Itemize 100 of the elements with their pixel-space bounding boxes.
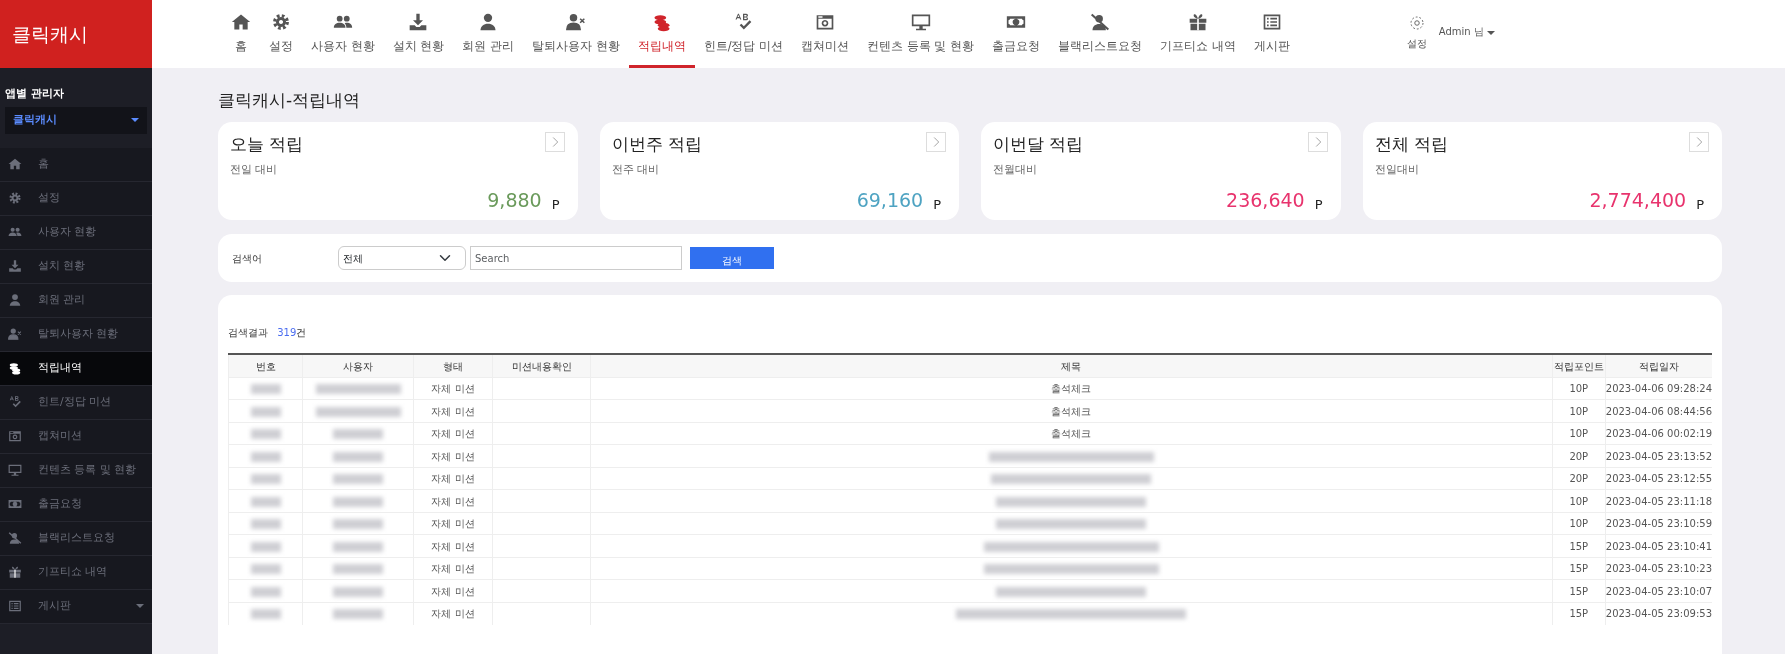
blurred-text: [250, 564, 281, 575]
column-header: 형태: [413, 354, 493, 378]
list-icon: [1261, 12, 1282, 32]
results-count: 319건: [276, 327, 307, 339]
table-cell: 자체 미션: [431, 518, 475, 530]
sidebar-item[interactable]: 힌트/정답 미션: [0, 385, 152, 420]
sidebar-item[interactable]: 출금요청: [0, 487, 152, 522]
blurred-text: [333, 586, 383, 597]
chevron-right-icon[interactable]: [1689, 132, 1709, 153]
unit-label: P: [933, 195, 941, 214]
blurred-text: [250, 406, 281, 417]
list-icon: [8, 599, 22, 613]
download-icon: [8, 259, 22, 273]
caret-icon: [131, 118, 139, 122]
user-icon: [8, 293, 22, 307]
blurred-text: [250, 519, 281, 530]
page-title: 클릭캐시-적립내역: [218, 90, 362, 111]
spell-check-icon: [8, 395, 22, 409]
nav-tab[interactable]: 캡쳐미션: [792, 0, 859, 68]
blurred-text: [333, 429, 383, 440]
sidebar-item[interactable]: 컨텐츠 등록 및 현황: [0, 453, 152, 488]
table-cell: 10P: [1569, 405, 1589, 417]
unit-label: P: [551, 195, 560, 214]
table-cell: 20P: [1569, 473, 1589, 485]
banknote-icon: [8, 497, 22, 511]
nav-tab[interactable]: 설치 현황: [383, 0, 454, 68]
table-cell: 자체 미션: [431, 405, 475, 417]
nav-tab[interactable]: 회원 관리: [453, 0, 523, 68]
nav-tab[interactable]: 사용자 현황: [302, 0, 384, 68]
sidebar-item[interactable]: 블랙리스트요청: [0, 521, 152, 556]
nav-tab[interactable]: 컨텐츠 등록 및 현황: [858, 0, 984, 68]
chevron-right-icon[interactable]: [1307, 132, 1328, 153]
category-select[interactable]: 전체: [338, 246, 466, 271]
table-cell: 출석체크: [1051, 383, 1092, 395]
table-cell: 출석체크: [1051, 428, 1092, 440]
blurred-text: [250, 496, 281, 507]
user-remove-icon: [8, 327, 22, 341]
settings-link[interactable]: 설정: [1406, 14, 1427, 51]
sidebar-item[interactable]: 홈: [0, 147, 152, 182]
nav-tab[interactable]: 힌트/정답 미션: [694, 0, 793, 68]
nav-tab[interactable]: 홈: [222, 0, 260, 68]
table-cell: 자체 미션: [431, 428, 475, 440]
search-label: 검색어: [232, 251, 263, 266]
sidebar-item[interactable]: 적립내역: [0, 351, 152, 386]
table-cell: 2023-04-05 23:13:52: [1605, 450, 1712, 462]
user-remove-icon: [565, 12, 586, 32]
blurred-text: [333, 474, 383, 485]
search-field[interactable]: Search: [470, 246, 682, 271]
stat-value: 69,160: [856, 187, 924, 213]
monitor-icon: [8, 463, 22, 477]
card-title: 이번주 적립: [611, 133, 702, 157]
sidebar-item[interactable]: 게시판: [0, 589, 152, 624]
sidebar-item[interactable]: 기프티쇼 내역: [0, 555, 152, 590]
coins-icon: [8, 361, 22, 375]
table-cell: 출석체크: [1051, 405, 1092, 417]
sidebar-item[interactable]: 회원 관리: [0, 283, 152, 318]
table-cell: 2023-04-05 23:10:41: [1605, 540, 1712, 552]
sidebar-item[interactable]: 설정: [0, 181, 152, 216]
card-subtitle: 전일 대비: [230, 161, 278, 177]
table-cell: 자체 미션: [431, 450, 475, 462]
nav-tab[interactable]: 설정: [260, 0, 302, 68]
nav-tab[interactable]: 탈퇴사용자 현황: [522, 0, 629, 68]
nav-tab[interactable]: 블랙리스트요청: [1049, 0, 1152, 68]
blurred-text: [333, 451, 383, 462]
home-icon: [231, 12, 251, 32]
nav-tab[interactable]: 출금요청: [983, 0, 1050, 68]
download-icon: [408, 12, 429, 32]
table-cell: 15P: [1569, 563, 1589, 575]
column-header: 적립포인트: [1552, 354, 1606, 378]
nav-tab[interactable]: 기프티쇼 내역: [1151, 0, 1245, 68]
nav-tab[interactable]: 적립내역: [628, 0, 695, 68]
blurred-text: [250, 586, 281, 597]
camera-icon: [815, 12, 836, 32]
column-header: 사용자: [302, 354, 414, 378]
blurred-text: [333, 519, 383, 530]
chevron-right-icon[interactable]: [544, 132, 565, 153]
table-cell: 자체 미션: [431, 473, 475, 485]
table-cell: 15P: [1569, 608, 1589, 620]
table-cell: 자체 미션: [431, 585, 475, 597]
section-title: 앱별 관리자: [4, 86, 65, 102]
sidebar-item[interactable]: 탈퇴사용자 현황: [0, 317, 152, 352]
table-cell: 15P: [1569, 540, 1589, 552]
blurred-text: [333, 496, 383, 507]
card-title: 이번달 적립: [993, 133, 1084, 157]
search-button[interactable]: 검색: [690, 247, 774, 270]
table-cell: 10P: [1569, 428, 1589, 440]
nav-tab[interactable]: 게시판: [1244, 0, 1299, 68]
stat-value: 9,880: [487, 187, 542, 213]
home-icon: [8, 157, 22, 171]
user-menu[interactable]: Admin 님: [1438, 14, 1495, 39]
sidebar-item[interactable]: 사용자 현황: [0, 215, 152, 250]
table-cell: 2023-04-05 23:10:07: [1605, 585, 1712, 597]
sidebar-item[interactable]: 설치 현황: [0, 249, 152, 284]
chevron-right-icon[interactable]: [926, 132, 946, 153]
card-subtitle: 전일대비: [1374, 161, 1419, 177]
app-select[interactable]: 클릭캐시: [5, 106, 147, 134]
sidebar-item[interactable]: 캡쳐미션: [0, 419, 152, 454]
settings-icon: [8, 191, 22, 205]
table-cell: 20P: [1569, 450, 1589, 462]
table-cell: 15P: [1569, 585, 1589, 597]
